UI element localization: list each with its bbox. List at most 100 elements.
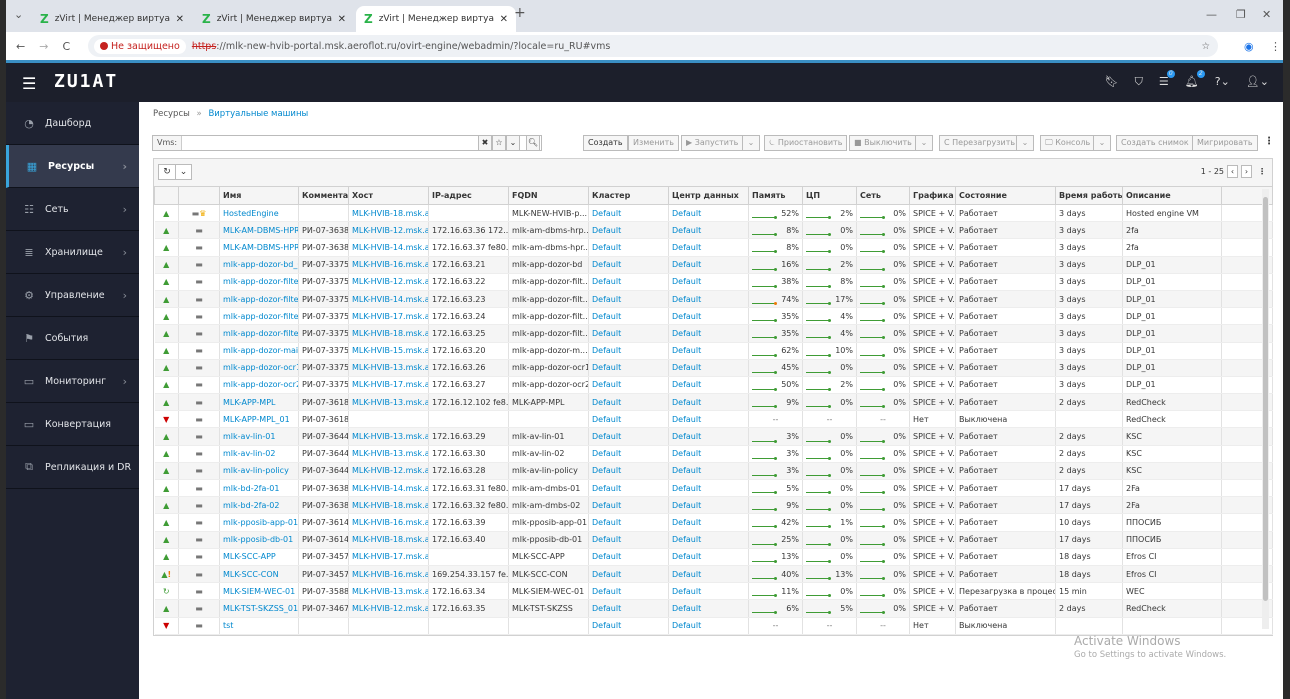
table-row[interactable]: ↻ ▬ MLK-SIEM-WEC-01 РИ-07-3588 MLK-HVIB-13.m…	[154, 582, 1273, 601]
datacenter-link[interactable]: Default	[672, 484, 701, 493]
bell-icon[interactable]: 🔔︎ 2	[1185, 70, 1205, 89]
host-link[interactable]: MLK-HVIB-17.msk.ae	[352, 380, 428, 389]
cluster-link[interactable]: Default	[592, 363, 621, 372]
vm-name-link[interactable]: mlk-bd-2fa-02	[223, 501, 279, 510]
sidebar-item[interactable]: ▭ Конвертация	[6, 403, 139, 446]
browser-tab[interactable]: ZzVirt | Менеджер виртуализа ✕	[32, 6, 192, 32]
column-header[interactable]: Память	[748, 186, 803, 205]
table-row[interactable]: ▲ ▬ mlk-app-dozor-ocr2_ РИ-07-3375 MLK-HVIB-…	[154, 376, 1273, 395]
sidebar-item[interactable]: ⚑ События	[6, 317, 139, 360]
host-link[interactable]: MLK-HVIB-16.msk.ae	[352, 260, 428, 269]
sidebar-item[interactable]: ◔ Дашборд	[6, 102, 139, 145]
cluster-link[interactable]: Default	[592, 604, 621, 613]
datacenter-link[interactable]: Default	[672, 295, 701, 304]
vm-name-link[interactable]: MLK-AM-DBMS-HPR-	[223, 243, 298, 252]
datacenter-link[interactable]: Default	[672, 243, 701, 252]
sidebar-item[interactable]: ▭ Мониторинг ›	[6, 360, 139, 403]
cluster-link[interactable]: Default	[592, 449, 621, 458]
table-row[interactable]: ▲ ▬ mlk-av-lin-01 РИ-07-3644 MLK-HVIB-13.msk…	[154, 427, 1273, 446]
vm-name-link[interactable]: mlk-pposib-db-01	[223, 535, 293, 544]
reload-icon[interactable]: C	[62, 40, 70, 53]
host-link[interactable]: MLK-HVIB-13.msk.ae	[352, 449, 428, 458]
host-link[interactable]: MLK-HVIB-12.msk.ae	[352, 604, 428, 613]
datacenter-link[interactable]: Default	[672, 312, 701, 321]
table-scrollbar[interactable]	[1262, 189, 1269, 629]
host-link[interactable]: MLK-HVIB-15.msk.ae	[352, 346, 428, 355]
run-dropdown[interactable]: ⌄	[742, 135, 760, 151]
host-link[interactable]: MLK-HVIB-17.msk.ae	[352, 552, 428, 561]
cluster-link[interactable]: Default	[592, 209, 621, 218]
vm-name-link[interactable]: MLK-APP-MPL	[223, 398, 276, 407]
help-icon[interactable]: ?⌄	[1215, 75, 1230, 89]
cluster-link[interactable]: Default	[592, 243, 621, 252]
sidebar-item[interactable]: ≣ Хранилище ›	[6, 231, 139, 274]
bookmark-icon[interactable]: 🔖︎	[1105, 75, 1119, 89]
table-row[interactable]: ▲ ▬ MLK-AM-DBMS-HPR- РИ-07-3638 MLK-HVIB-12.…	[154, 221, 1273, 240]
cluster-link[interactable]: Default	[592, 398, 621, 407]
column-header[interactable]: Описание	[1122, 186, 1222, 205]
vm-name-link[interactable]: mlk-av-lin-policy	[223, 466, 289, 475]
datacenter-link[interactable]: Default	[672, 260, 701, 269]
datacenter-link[interactable]: Default	[672, 621, 701, 630]
sidebar-item[interactable]: ⚙ Управление ›	[6, 274, 139, 317]
vm-name-link[interactable]: MLK-TST-SKZSS_01	[223, 604, 298, 613]
reboot-dropdown[interactable]: ⌄	[1016, 135, 1034, 151]
search-dropdown-icon[interactable]: ⌄	[506, 135, 520, 151]
breadcrumb-parent[interactable]: Ресурсы	[153, 109, 190, 119]
table-row[interactable]: ▲ ▬ mlk-bd-2fa-02 РИ-07-3638 MLK-HVIB-18.msk…	[154, 496, 1273, 515]
table-row[interactable]: ▲ ▬ mlk-app-dozor-ocr1_ РИ-07-3375 MLK-HVIB-…	[154, 359, 1273, 377]
vm-name-link[interactable]: MLK-APP-MPL_01	[223, 415, 290, 424]
profile-icon[interactable]: ◉	[1244, 40, 1254, 53]
vm-name-link[interactable]: mlk-app-dozor-filter	[223, 329, 298, 338]
table-row[interactable]: ▲ ▬ mlk-app-dozor-main РИ-07-3375 MLK-HVIB-1…	[154, 342, 1273, 360]
datacenter-link[interactable]: Default	[672, 552, 701, 561]
cluster-link[interactable]: Default	[592, 570, 621, 579]
host-link[interactable]: MLK-HVIB-14.msk.ae	[352, 295, 428, 304]
vm-name-link[interactable]: HostedEngine	[223, 209, 279, 218]
vm-name-link[interactable]: mlk-av-lin-02	[223, 449, 275, 458]
vm-name-link[interactable]: mlk-app-dozor-bd_0	[223, 260, 298, 269]
refresh-dropdown-icon[interactable]: ⌄	[175, 165, 191, 179]
column-header[interactable]: Графика	[909, 186, 956, 205]
column-header[interactable]: Центр данных	[668, 186, 749, 205]
cluster-link[interactable]: Default	[592, 484, 621, 493]
bookmark-search-icon[interactable]: ☆	[492, 135, 506, 151]
cluster-link[interactable]: Default	[592, 466, 621, 475]
scrollbar-thumb[interactable]	[1263, 197, 1268, 601]
host-link[interactable]: MLK-HVIB-13.msk.ae	[352, 432, 428, 441]
column-header[interactable]: FQDN	[508, 186, 589, 205]
host-link[interactable]: MLK-HVIB-17.msk.ae	[352, 312, 428, 321]
table-row[interactable]: ▲ ▬ MLK-APP-MPL РИ-07-3618 MLK-HVIB-13.msk.a…	[154, 393, 1273, 412]
reboot-button[interactable]: C Перезагрузить	[939, 135, 1021, 151]
column-header[interactable]: Имя	[219, 186, 299, 205]
datacenter-link[interactable]: Default	[672, 587, 701, 596]
tags-icon[interactable]: ⛉	[1135, 75, 1143, 89]
vm-name-link[interactable]: mlk-pposib-app-01	[223, 518, 298, 527]
clear-search-icon[interactable]: ✖	[478, 135, 492, 151]
column-header[interactable]	[178, 186, 220, 205]
datacenter-link[interactable]: Default	[672, 501, 701, 510]
browser-tab[interactable]: ZzVirt | Менеджер виртуализа ✕	[356, 6, 516, 32]
browser-menu-icon[interactable]: ⋮	[1270, 40, 1281, 53]
vm-name-link[interactable]: mlk-app-dozor-main	[223, 346, 298, 355]
vm-name-link[interactable]: mlk-app-dozor-filter	[223, 277, 298, 286]
host-link[interactable]: MLK-HVIB-18.msk.ae	[352, 501, 428, 510]
vm-name-link[interactable]: mlk-app-dozor-filter	[223, 312, 298, 321]
cluster-link[interactable]: Default	[592, 226, 621, 235]
host-link[interactable]: MLK-HVIB-12.msk.ae	[352, 226, 428, 235]
table-row[interactable]: ▼ ▬ tst Default Default -- -- -- Нет Выключена	[154, 617, 1273, 635]
host-link[interactable]: MLK-HVIB-18.msk.ae	[352, 535, 428, 544]
hamburger-menu-icon[interactable]: ☰	[22, 74, 36, 93]
more-actions-icon[interactable]: ⋮	[1264, 136, 1274, 147]
datacenter-link[interactable]: Default	[672, 570, 701, 579]
table-row[interactable]: ▲ ▬ mlk-bd-2fa-01 РИ-07-3638 MLK-HVIB-14.msk…	[154, 479, 1273, 498]
host-link[interactable]: MLK-HVIB-14.msk.ae	[352, 243, 428, 252]
cluster-link[interactable]: Default	[592, 432, 621, 441]
datacenter-link[interactable]: Default	[672, 329, 701, 338]
column-header[interactable]: Состояние	[955, 186, 1056, 205]
cluster-link[interactable]: Default	[592, 552, 621, 561]
migrate-button[interactable]: Мигрировать	[1192, 135, 1258, 151]
table-row[interactable]: ▲ ▬ mlk-app-dozor-filter РИ-07-3375 MLK-HVIB…	[154, 273, 1273, 291]
tab-list-icon[interactable]: ⌄	[14, 8, 23, 21]
column-header[interactable]: Комментарий	[298, 186, 349, 205]
